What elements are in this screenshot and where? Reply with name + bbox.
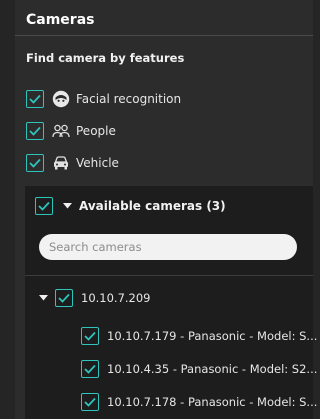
tree-camera-item[interactable]: 10.10.7.179 - Panasonic - Model: S... [81,326,317,346]
feature-facial-recognition[interactable]: Facial recognition [26,89,181,109]
vehicle-label: Vehicle [76,156,119,170]
checkmark-icon [84,364,96,374]
divider [25,275,313,276]
checkmark-icon [29,126,41,136]
server-checkbox[interactable] [55,289,73,307]
checkmark-icon [29,158,41,168]
available-cameras-checkbox[interactable] [35,197,53,215]
camera-checkbox[interactable] [81,327,99,345]
feature-people[interactable]: People [26,121,116,141]
people-icon [52,122,70,140]
panel-header: Cameras [15,0,313,36]
tree-camera-item[interactable]: 10.10.7.178 - Panasonic - Model: S... [81,392,317,412]
checkmark-icon [84,331,96,341]
checkmark-icon [58,293,70,303]
find-by-features-label: Find camera by features [26,51,185,65]
available-cameras-group: Available cameras (3) 10.10.7.209 1 [25,186,317,419]
server-label: 10.10.7.209 [81,291,151,305]
face-icon [52,90,70,108]
camera-label: 10.10.7.179 - Panasonic - Model: S... [107,329,318,343]
checkmark-icon [29,94,41,104]
caret-down-icon[interactable] [37,292,49,304]
available-cameras-title: Available cameras (3) [79,199,226,213]
caret-down-icon[interactable] [63,201,73,211]
checkmark-icon [38,201,50,211]
feature-vehicle[interactable]: Vehicle [26,153,119,173]
facial-recognition-checkbox[interactable] [26,90,44,108]
camera-label: 10.10.7.178 - Panasonic - Model: S... [107,395,318,409]
facial-recognition-label: Facial recognition [76,92,182,106]
camera-checkbox[interactable] [81,360,99,378]
search-cameras-input[interactable] [39,234,297,260]
vehicle-checkbox[interactable] [26,154,44,172]
camera-checkbox[interactable] [81,393,99,411]
checkmark-icon [84,397,96,407]
available-cameras-header[interactable]: Available cameras (3) [35,196,226,216]
vehicle-icon [52,154,70,172]
cameras-panel: Cameras Find camera by features Facial r… [15,0,317,419]
tree-server-node[interactable]: 10.10.7.209 [37,288,151,308]
camera-label: 10.10.4.35 - Panasonic - Model: S2... [107,362,318,376]
people-checkbox[interactable] [26,122,44,140]
panel-title: Cameras [26,12,95,28]
people-label: People [76,124,116,138]
tree-camera-item[interactable]: 10.10.4.35 - Panasonic - Model: S2... [81,359,317,379]
